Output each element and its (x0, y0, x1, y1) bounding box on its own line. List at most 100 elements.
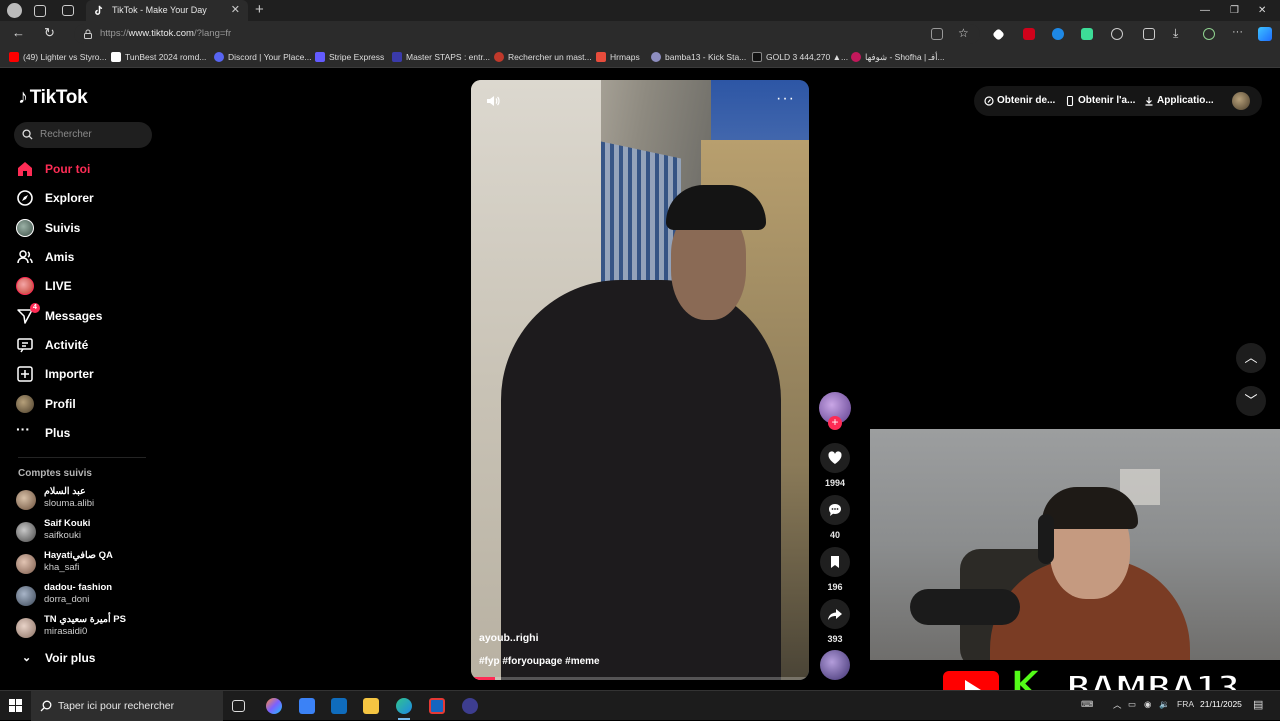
get-coins-button[interactable]: Obtenir de... (984, 86, 1055, 116)
avatar (16, 618, 36, 638)
back-icon[interactable]: ← (12, 25, 25, 40)
tiktok-page: ♪ TikTok Rechercher Pour toi Explorer Sui… (0, 68, 1280, 707)
nav-importer[interactable]: Importer (16, 363, 94, 385)
bookmarks-bar: (49) Lighter vs Styro... TunBest 2024 ro… (0, 47, 1280, 68)
notifications-icon[interactable]: ▤ (1253, 698, 1263, 711)
application-button[interactable]: Applicatio... (1144, 86, 1214, 116)
get-app-button[interactable]: Obtenir l'a... (1065, 86, 1135, 116)
tray-chevron-icon[interactable]: ︿ (1113, 699, 1122, 711)
favorite-star-icon[interactable]: ☆ (958, 26, 969, 40)
search-icon (22, 129, 33, 140)
download-icon (1145, 97, 1153, 106)
language-indicator[interactable]: FRA (1177, 699, 1194, 709)
site-info-icon[interactable] (83, 29, 93, 39)
tab-actions-icon[interactable] (62, 5, 74, 16)
app-red-icon[interactable] (429, 698, 445, 714)
heart-icon (828, 451, 842, 464)
battery-icon[interactable]: ◉ (1144, 699, 1151, 710)
date: 21/11/2025 (1200, 699, 1242, 709)
comment-button[interactable] (820, 495, 850, 525)
maximize-icon[interactable]: ❐ (1230, 0, 1239, 21)
see-more-button[interactable]: ⌄ Voir plus (22, 651, 95, 665)
tab-close-icon[interactable]: ✕ (231, 0, 240, 21)
video-more-icon[interactable]: ··· (776, 90, 795, 108)
nav-plus[interactable]: ··· Plus (16, 422, 70, 444)
outlook-icon[interactable] (331, 698, 347, 714)
bookmark-item[interactable]: Rechercher un mast... (494, 51, 592, 64)
video-author[interactable]: ayoub..righi (479, 632, 539, 644)
bookmark-item[interactable]: Stripe Express (315, 51, 384, 64)
followed-account[interactable]: Saif Kouki saifkouki (16, 518, 90, 544)
bookmark-item[interactable]: TunBest 2024 romd... (111, 51, 206, 64)
extension-diamond-icon[interactable] (992, 28, 1005, 41)
network-icon[interactable]: ▭ (1128, 699, 1136, 710)
copilot-taskbar-icon[interactable] (266, 698, 282, 714)
keyboard-tray-icon[interactable]: ⌨ (1081, 699, 1093, 710)
search-placeholder: Rechercher (40, 129, 92, 140)
extensions-puzzle-icon[interactable] (1111, 28, 1123, 40)
save-count: 196 (827, 582, 843, 592)
volume-tray-icon[interactable]: 🔉 (1159, 699, 1170, 710)
search-input[interactable]: Rechercher (14, 122, 152, 148)
extension-blue-icon[interactable] (1052, 28, 1064, 40)
taskbar-search[interactable]: Taper ici pour rechercher (31, 691, 223, 721)
sound-avatar[interactable] (820, 650, 850, 680)
copilot-icon[interactable] (1258, 27, 1272, 41)
bookmark-item[interactable]: bamba13 - Kick Sta... (651, 51, 746, 64)
close-window-icon[interactable]: ✕ (1258, 0, 1266, 21)
bookmark-item[interactable]: GOLD 3 444,270 ▲... (752, 51, 848, 64)
nav-activite[interactable]: Activité (16, 334, 88, 356)
bookmark-item[interactable]: Discord | Your Place... (214, 51, 311, 64)
nav-profil[interactable]: Profil (16, 393, 76, 415)
tiktok-logo[interactable]: ♪ TikTok (18, 86, 88, 109)
url-field[interactable]: https://www.tiktok.com/?lang=fr (74, 24, 980, 44)
extension-green-icon[interactable] (1081, 28, 1093, 40)
nav-messages[interactable]: 4 Messages (16, 303, 102, 327)
refresh-icon[interactable]: ↻ (44, 25, 55, 41)
save-button[interactable] (820, 547, 850, 577)
store-icon[interactable] (299, 698, 315, 714)
nav-amis[interactable]: Amis (16, 246, 74, 268)
clock[interactable]: 21/11/2025 (1200, 699, 1242, 709)
extension-red-icon[interactable] (1023, 28, 1035, 40)
windows-start-icon[interactable] (9, 699, 22, 712)
follow-plus-icon[interactable]: + (828, 416, 842, 430)
bookmark-item[interactable]: Hrmaps (596, 51, 640, 64)
nav-suivis[interactable]: Suivis (16, 217, 80, 239)
edge-browser-icon[interactable] (396, 698, 412, 720)
profile-icon[interactable] (7, 3, 22, 18)
share-button[interactable] (820, 599, 850, 629)
followed-account[interactable]: عبد السلام slouma.alibi (16, 486, 94, 512)
task-view-icon[interactable] (232, 700, 245, 712)
followed-account[interactable]: Hayatiصافي QA kha_safi (16, 550, 113, 576)
next-video-button[interactable]: ﹀ (1236, 386, 1266, 416)
nav-live[interactable]: LIVE (16, 275, 72, 297)
nav-pour-toi[interactable]: Pour toi (16, 158, 90, 180)
followed-account[interactable]: TN أميرة سعيدي PS mirasaidi0 (16, 614, 126, 640)
video-hashtags[interactable]: #fyp #foryoupage #meme (479, 656, 600, 667)
settings-menu-icon[interactable]: ··· (1232, 26, 1243, 38)
bookmark-item[interactable]: Master STAPS : entr... (392, 51, 490, 64)
followed-account[interactable]: dadou- fashion dorra_doni (16, 582, 112, 608)
file-explorer-icon[interactable] (363, 698, 379, 714)
tab-tiktok[interactable]: TikTok - Make Your Day ✕ (86, 0, 248, 21)
nav-explorer[interactable]: Explorer (16, 187, 94, 209)
share-count: 393 (827, 634, 843, 644)
like-button[interactable] (820, 443, 850, 473)
user-avatar[interactable] (1232, 92, 1250, 110)
previous-video-button[interactable]: ︿ (1236, 343, 1266, 373)
video-progress-bar[interactable] (471, 677, 809, 680)
bookmark-item[interactable]: (49) Lighter vs Styro... (9, 51, 107, 64)
new-tab-icon[interactable]: + (255, 0, 264, 20)
obs-icon[interactable] (462, 698, 478, 714)
video-player[interactable]: ··· ayoub..righi #fyp #foryoupage #meme (471, 80, 809, 680)
split-screen-icon[interactable] (1143, 28, 1155, 40)
app-available-icon[interactable] (931, 28, 943, 40)
volume-icon[interactable] (485, 93, 501, 109)
bookmark-item[interactable]: شوفها - Shofha | أفـ... (851, 51, 945, 64)
downloads-icon[interactable]: ⤓ (1173, 26, 1178, 41)
minimize-icon[interactable]: — (1200, 0, 1210, 21)
workspaces-icon[interactable] (34, 5, 46, 17)
page-bookmark-icon (111, 52, 121, 62)
browser-essentials-icon[interactable] (1203, 28, 1215, 40)
